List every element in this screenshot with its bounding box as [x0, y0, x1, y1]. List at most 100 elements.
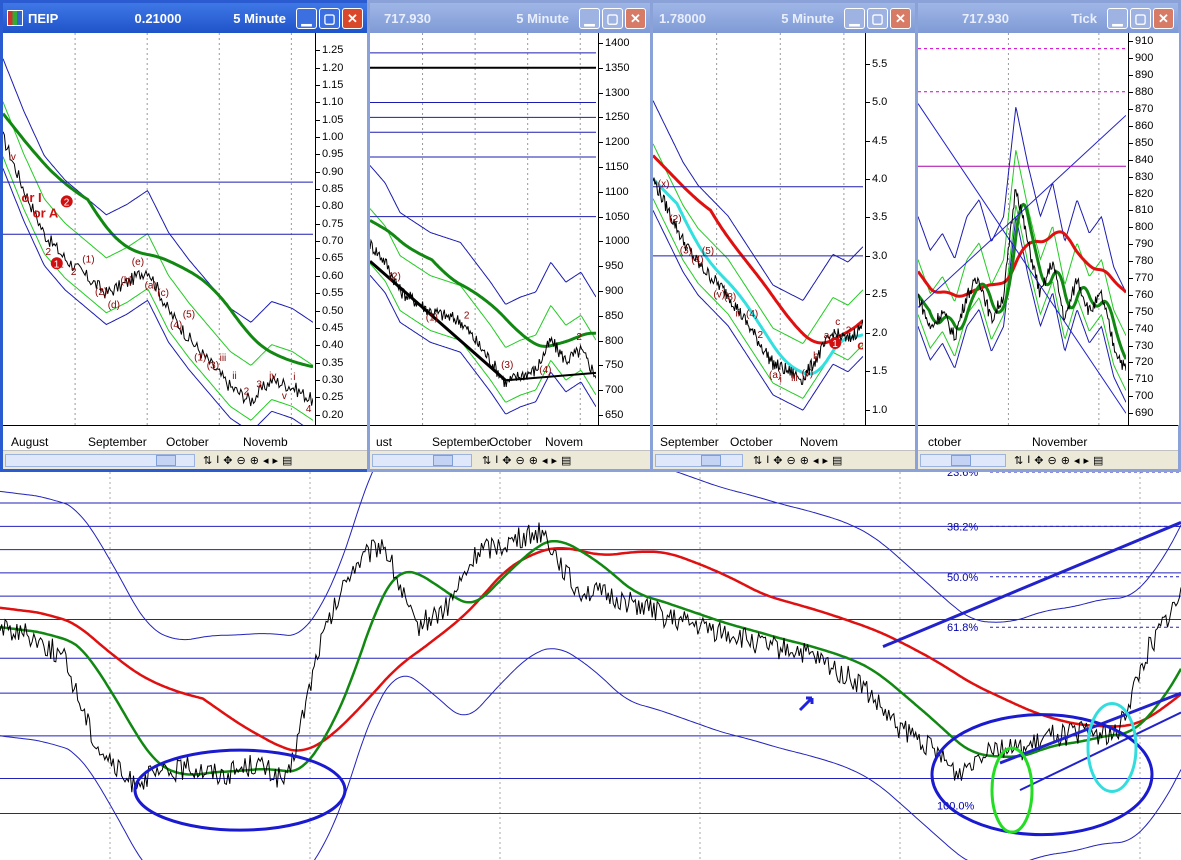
y-tick-label: 0.50 — [322, 304, 344, 317]
chart-window-2[interactable]: 717.930 5 Minute ▁ ▢ ✕ (2) (1) 2 (3) (4) 2 14… — [367, 0, 653, 472]
maximize-button[interactable]: ▢ — [867, 7, 888, 29]
toolbar-tool-icon[interactable]: ⊖ — [1048, 454, 1057, 467]
trend-line — [918, 103, 1126, 414]
minimize-button[interactable]: ▁ — [844, 7, 865, 29]
toolbar-tool-icon[interactable]: ◂ — [1074, 454, 1080, 467]
moving-average-line — [3, 112, 313, 369]
y-tick — [316, 67, 320, 69]
close-button[interactable]: ✕ — [1153, 7, 1174, 29]
toolbar-tool-icon[interactable]: ✥ — [223, 454, 232, 467]
toolbar-tool-icon[interactable]: ✥ — [1034, 454, 1043, 467]
price-plot[interactable]: (x)(2)(3)(4)(5)(v)(3)ii (4)2(a)i iii (v)bac… — [653, 33, 863, 425]
toolbar-tool-icon[interactable]: ⊖ — [516, 454, 525, 467]
close-button[interactable]: ✕ — [625, 7, 646, 29]
y-tick-label: 720 — [1135, 356, 1154, 369]
toolbar-tool-icon[interactable]: ⊕ — [529, 454, 538, 467]
y-tick-label: 820 — [1135, 187, 1154, 200]
toolbar-tool-icon[interactable]: ▸ — [272, 454, 278, 467]
minimize-button[interactable]: ▁ — [296, 7, 317, 29]
chart-window-3[interactable]: 1.78000 5 Minute ▁ ▢ ✕ (x) (2) (3) (4) (5) (v… — [650, 0, 918, 472]
wave-label: or A — [33, 206, 59, 221]
maximize-button[interactable]: ▢ — [1130, 7, 1151, 29]
y-tick — [866, 255, 870, 257]
scrollbar[interactable]: ⇅ I ✥ ⊖ ⊕ ◂ ▸ ▤ — [653, 450, 915, 469]
long-term-chart[interactable]: 23.6%38.2%50.0%61.8%100.0% — [0, 472, 1181, 860]
toolbar-tool-icon[interactable]: ▤ — [832, 454, 842, 467]
wave-label: (1) — [426, 313, 438, 324]
price-plot[interactable] — [918, 33, 1126, 425]
toolbar-tool-icon[interactable]: ▤ — [282, 454, 292, 467]
minimize-button[interactable]: ▁ — [1107, 7, 1128, 29]
y-tick — [316, 50, 320, 52]
close-button[interactable]: ✕ — [890, 7, 911, 29]
toolbar-tool-icon[interactable]: ⊕ — [800, 454, 809, 467]
scroll-thumb[interactable] — [951, 454, 971, 466]
scrollbar[interactable]: ⇅ I ✥ ⊖ ⊕ ◂ ▸ ▤ — [3, 450, 367, 469]
toolbar-tool-icon[interactable]: ◂ — [263, 454, 269, 467]
toolbar-tool-icon[interactable]: ⇅ — [1014, 454, 1023, 467]
title-bar[interactable]: ΠΕΙΡ 0.21000 5 Minute ▁ ▢ ✕ — [3, 3, 367, 33]
close-button[interactable]: ✕ — [342, 7, 363, 29]
title-bar[interactable]: 717.930 5 Minute ▁ ▢ ✕ — [370, 3, 650, 33]
y-tick-label: 710 — [1135, 373, 1154, 386]
minimize-button[interactable]: ▁ — [579, 7, 600, 29]
wave-label: or A — [857, 338, 863, 353]
maximize-button[interactable]: ▢ — [319, 7, 340, 29]
toolbar-tool-icon[interactable]: I — [495, 454, 498, 467]
toolbar-tool-icon[interactable]: ⊕ — [250, 454, 259, 467]
scroll-track[interactable] — [655, 453, 743, 467]
toolbar-tool-icon[interactable]: ⇅ — [753, 454, 762, 467]
title-bar[interactable]: 717.930 Tick ▁ ▢ ✕ — [918, 3, 1178, 33]
chart-toolbar[interactable]: ⇅ I ✥ ⊖ ⊕ ◂ ▸ ▤ — [203, 454, 292, 467]
chart-toolbar[interactable]: ⇅ I ✥ ⊖ ⊕ ◂ ▸ ▤ — [1014, 454, 1103, 467]
toolbar-tool-icon[interactable]: ⇅ — [482, 454, 491, 467]
y-tick-label: 1050 — [605, 210, 630, 223]
toolbar-tool-icon[interactable]: ▸ — [1083, 454, 1089, 467]
chart-toolbar[interactable]: ⇅ I ✥ ⊖ ⊕ ◂ ▸ ▤ — [753, 454, 842, 467]
x-tick-label: Novem — [545, 435, 584, 449]
toolbar-tool-icon[interactable]: ▸ — [822, 454, 828, 467]
toolbar-tool-icon[interactable]: ▸ — [551, 454, 557, 467]
wave-label: ii — [232, 371, 236, 382]
title-bar[interactable]: 1.78000 5 Minute ▁ ▢ ✕ — [653, 3, 915, 33]
y-tick-label: 850 — [1135, 136, 1154, 149]
wave-label: i — [780, 375, 782, 386]
y-tick — [316, 362, 320, 364]
toolbar-tool-icon[interactable]: I — [216, 454, 219, 467]
chart-window-1[interactable]: ΠΕΙΡ 0.21000 5 Minute ▁ ▢ ✕ ivor Ior A21… — [0, 0, 370, 472]
toolbar-tool-icon[interactable]: ▤ — [561, 454, 571, 467]
scroll-track[interactable] — [5, 453, 195, 467]
toolbar-tool-icon[interactable]: I — [766, 454, 769, 467]
price-plot[interactable]: (2) (1) 2 (3) (4) 2 — [370, 33, 596, 425]
scroll-track[interactable] — [372, 453, 472, 467]
y-tick-label: 830 — [1135, 170, 1154, 183]
scroll-thumb[interactable] — [433, 454, 453, 466]
maximize-button[interactable]: ▢ — [602, 7, 623, 29]
scroll-thumb[interactable] — [701, 454, 721, 466]
window-timeframe: 5 Minute — [233, 10, 286, 26]
toolbar-tool-icon[interactable]: ⊖ — [237, 454, 246, 467]
scroll-thumb[interactable] — [156, 454, 176, 466]
toolbar-tool-icon[interactable]: ⊖ — [787, 454, 796, 467]
price-line — [370, 238, 596, 387]
toolbar-tool-icon[interactable]: ◂ — [813, 454, 819, 467]
toolbar-tool-icon[interactable]: ✥ — [773, 454, 782, 467]
lower-band-line — [370, 274, 596, 415]
y-tick-label: 790 — [1135, 238, 1154, 251]
wave-label: (4) — [170, 320, 182, 331]
y-tick-label: 4.0 — [872, 173, 888, 186]
scroll-track[interactable] — [920, 453, 1006, 467]
scrollbar[interactable]: ⇅ I ✥ ⊖ ⊕ ◂ ▸ ▤ — [918, 450, 1178, 469]
toolbar-tool-icon[interactable]: ⇅ — [203, 454, 212, 467]
toolbar-tool-icon[interactable]: ⊕ — [1061, 454, 1070, 467]
toolbar-tool-icon[interactable]: ✥ — [502, 454, 511, 467]
scrollbar[interactable]: ⇅ I ✥ ⊖ ⊕ ◂ ▸ ▤ — [370, 450, 650, 469]
toolbar-tool-icon[interactable]: ◂ — [542, 454, 548, 467]
wave-label: (1) — [82, 254, 94, 265]
price-plot[interactable]: ivor Ior A212(1)(2)(d)(b)(e)(a)(c)(4)(5)… — [3, 33, 313, 425]
toolbar-tool-icon[interactable]: I — [1027, 454, 1030, 467]
chart-window-4[interactable]: 717.930 Tick ▁ ▢ ✕ 910 900 890 880 870 860 850… — [915, 0, 1181, 472]
chart-toolbar[interactable]: ⇅ I ✥ ⊖ ⊕ ◂ ▸ ▤ — [482, 454, 571, 467]
toolbar-tool-icon[interactable]: ▤ — [1093, 454, 1103, 467]
x-tick-label: Novemb — [243, 435, 288, 449]
